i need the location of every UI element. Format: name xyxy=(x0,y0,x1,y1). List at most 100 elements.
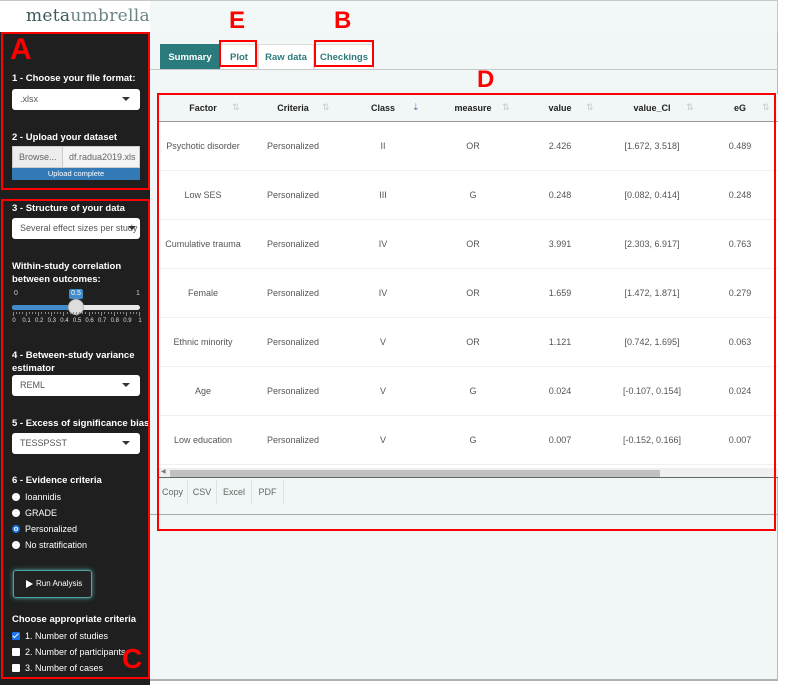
table-cell-factor: Psychotic disorder xyxy=(166,141,240,151)
structure-value: Several effect sizes per study xyxy=(20,223,138,233)
slider-tick xyxy=(22,312,24,314)
table-row[interactable]: Low SES Personalized III G 0.248 [0.082, 0.41… xyxy=(158,171,778,220)
pdf-button[interactable]: PDF xyxy=(252,480,284,504)
table-cell-eg: 0.763 xyxy=(728,239,752,249)
table-row[interactable]: Low education Personalized V G 0.007 [-0.152,… xyxy=(158,416,778,465)
table-cell-criteria: Personalized xyxy=(266,141,320,151)
uploaded-file-name: df.radua2019.xls xyxy=(63,147,139,167)
summary-table-panel: Factor ⇅ Criteria ⇅ Class ⇣ measure ⇅ value ⇅ valu… xyxy=(158,94,778,532)
column-header-label: eG xyxy=(733,103,746,113)
table-cell-value: 1.121 xyxy=(548,337,572,347)
sort-ascending-icon[interactable]: ⇣ xyxy=(412,103,419,112)
bias-value: TESSPSST xyxy=(20,438,68,448)
tab-raw-data[interactable]: Raw data xyxy=(258,44,314,69)
table-cell-value-ci: [2.303, 6.917] xyxy=(624,239,680,249)
checkbox[interactable] xyxy=(12,648,20,656)
table-cell-value-ci: [1.672, 3.518] xyxy=(624,141,680,151)
file-upload-input[interactable]: Browse... df.radua2019.xls xyxy=(12,146,140,168)
horizontal-scrollbar[interactable]: ◀ xyxy=(158,468,778,478)
run-analysis-button[interactable]: Run Analysis xyxy=(13,570,92,598)
csv-button[interactable]: CSV xyxy=(188,480,217,504)
slider-tick-label: 1 xyxy=(138,318,142,324)
table-row[interactable]: Cumulative trauma Personalized IV OR 3.991 [2… xyxy=(158,220,778,269)
slider-tick xyxy=(79,312,81,314)
variance-label-line1: 4 - Between-study variance xyxy=(12,350,135,361)
annotation-label-d: D xyxy=(477,66,495,93)
slider-tick xyxy=(50,312,52,316)
structure-label: 3 - Structure of your data xyxy=(12,203,125,214)
structure-select[interactable]: Several effect sizes per study xyxy=(12,218,140,239)
main-panel: Summary Plot Raw data Checkings Factor ⇅ C… xyxy=(150,32,778,681)
sort-icon[interactable]: ⇅ xyxy=(322,103,329,112)
slider-tick xyxy=(139,312,140,316)
slider-tick xyxy=(13,312,14,316)
slider-tick xyxy=(44,312,46,314)
table-cell-class: IV xyxy=(378,239,388,249)
bias-label: 5 - Excess of significance bias xyxy=(12,418,150,429)
slider-tick-label: 0.6 xyxy=(85,318,94,324)
correlation-label-line2: between outcomes: xyxy=(12,273,101,285)
variance-value: REML xyxy=(20,380,46,390)
table-row[interactable]: Psychotic disorder Personalized II OR 2.426 [… xyxy=(158,122,778,171)
checkbox[interactable] xyxy=(12,632,20,640)
radio-button[interactable] xyxy=(12,541,20,549)
slider-tick xyxy=(28,312,30,314)
checkbox[interactable] xyxy=(12,664,20,672)
column-header-label: value_CI xyxy=(633,103,671,113)
criteria-option-label: 2. Number of participants xyxy=(25,647,126,657)
slider-tick-label: 0.3 xyxy=(47,318,56,324)
brand-area: metaumbrella xyxy=(0,1,150,33)
tab-summary[interactable]: Summary xyxy=(160,44,220,69)
table-cell-class: IV xyxy=(378,288,388,298)
scroll-left-icon[interactable]: ◀ xyxy=(161,468,166,475)
copy-button[interactable]: Copy xyxy=(158,480,188,504)
sort-icon[interactable]: ⇅ xyxy=(502,103,509,112)
table-row[interactable]: Female Personalized IV OR 1.659 [1.472, 1.871… xyxy=(158,269,778,318)
run-analysis-label: Run Analysis xyxy=(36,579,83,588)
radio-button[interactable] xyxy=(12,509,20,517)
table-cell-eg: 0.489 xyxy=(728,141,752,151)
table-cell-value-ci: [1.472, 1.871] xyxy=(624,288,680,298)
chevron-down-icon xyxy=(122,383,130,387)
sort-icon[interactable]: ⇅ xyxy=(232,103,239,112)
slider-tick xyxy=(85,312,87,314)
sort-icon[interactable]: ⇅ xyxy=(762,103,769,112)
slider-tick xyxy=(35,312,37,314)
slider-max-label: 1 xyxy=(136,290,140,297)
sort-icon[interactable]: ⇅ xyxy=(686,103,693,112)
table-cell-class: V xyxy=(379,386,386,396)
table-cell-factor: Low SES xyxy=(184,190,222,200)
sort-icon[interactable]: ⇅ xyxy=(586,103,593,112)
evidence-option-label: No stratification xyxy=(25,540,88,550)
chevron-down-icon xyxy=(128,226,136,230)
table-row[interactable]: Ethnic minority Personalized V OR 1.121 [0.74… xyxy=(158,318,778,367)
excel-button[interactable]: Excel xyxy=(217,480,252,504)
criteria-option-label: 1. Number of studies xyxy=(25,631,109,641)
tab-checkings[interactable]: Checkings xyxy=(314,44,374,69)
criteria-option-label: 3. Number of cases xyxy=(25,663,104,673)
slider-tick xyxy=(101,312,103,316)
app-window: metaumbrella 1 - Choose your file format… xyxy=(0,0,787,685)
annotation-label-b: B xyxy=(334,7,352,34)
table-cell-eg: 0.024 xyxy=(728,386,752,396)
variance-estimator-select[interactable]: REML xyxy=(12,375,140,396)
table-cell-measure: OR xyxy=(466,239,480,249)
file-format-select[interactable]: .xlsx xyxy=(12,89,140,110)
table-cell-criteria: Personalized xyxy=(266,337,320,347)
slider-tick xyxy=(53,312,55,314)
table-cell-eg: 0.007 xyxy=(728,435,752,445)
slider-tick-label: 0.5 xyxy=(72,318,82,324)
table-cell-value-ci: [-0.152, 0.166] xyxy=(622,435,682,445)
browse-button[interactable]: Browse... xyxy=(13,147,63,167)
radio-button[interactable] xyxy=(12,493,20,501)
scrollbar-thumb[interactable] xyxy=(170,470,660,477)
radio-button[interactable] xyxy=(12,525,20,533)
app-logo[interactable]: metaumbrella xyxy=(26,6,150,26)
correlation-label-line1: Within-study correlation xyxy=(12,261,122,272)
slider-tick xyxy=(16,312,18,314)
slider-tick xyxy=(60,312,62,314)
table-row[interactable]: Age Personalized V G 0.024 [-0.107, 0.154] 0.0… xyxy=(158,367,778,416)
tab-plot[interactable]: Plot xyxy=(220,44,258,69)
bias-select[interactable]: TESSPSST xyxy=(12,433,140,454)
slider-tick-label: 0.2 xyxy=(35,318,44,324)
